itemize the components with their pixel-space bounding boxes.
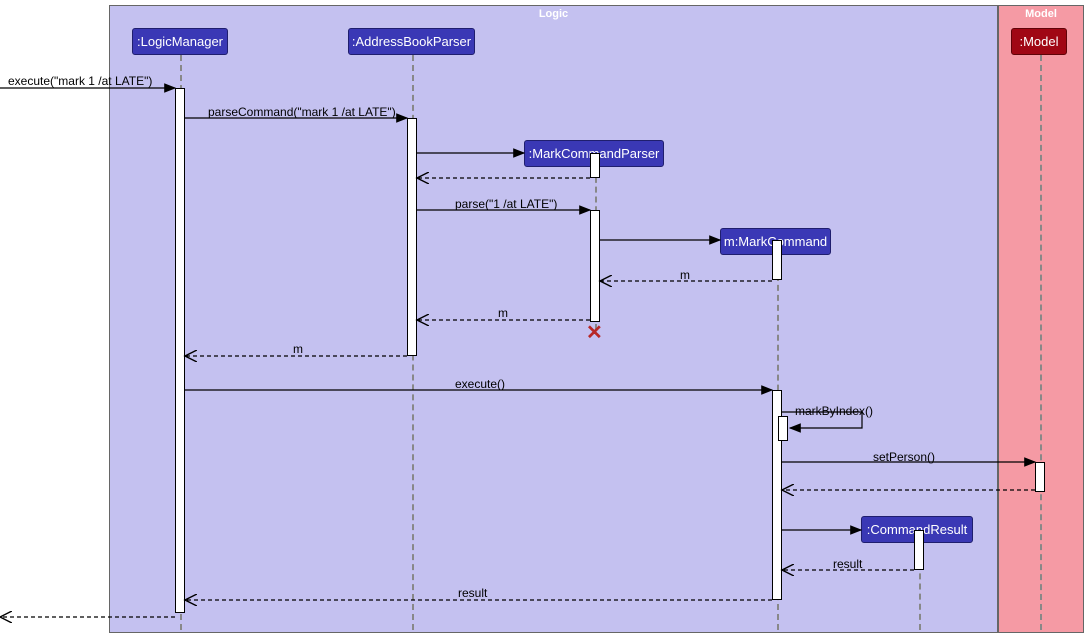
lifeline-model — [1040, 55, 1042, 630]
msg-parsecommand: parseCommand("mark 1 /at LATE") — [208, 105, 396, 119]
activation-markcommand-sub — [778, 416, 788, 441]
participant-model: :Model — [1011, 28, 1067, 55]
msg-result-return1: result — [833, 557, 862, 571]
msg-parse: parse("1 /at LATE") — [455, 197, 557, 211]
activation-markcommandparser-1 — [590, 153, 600, 178]
msg-m-return3: m — [293, 342, 303, 356]
region-model-title: Model — [999, 8, 1083, 20]
activation-addressbookparser — [407, 118, 417, 356]
msg-setperson: setPerson() — [873, 450, 935, 464]
msg-m-return2: m — [498, 306, 508, 320]
activation-markcommandparser-2 — [590, 210, 600, 322]
msg-markbyindex: markByIndex() — [795, 404, 873, 418]
activation-model — [1035, 462, 1045, 492]
destroy-icon: ✕ — [586, 320, 603, 345]
region-logic-title: Logic — [110, 8, 997, 20]
activation-commandresult — [914, 530, 924, 570]
participant-logicmanager: :LogicManager — [132, 28, 228, 55]
activation-markcommand-1 — [772, 240, 782, 280]
activation-logicmanager — [175, 88, 185, 613]
msg-execute-in: execute("mark 1 /at LATE") — [8, 74, 152, 88]
participant-addressbookparser: :AddressBookParser — [348, 28, 475, 55]
msg-result-return2: result — [458, 586, 487, 600]
msg-m-return1: m — [680, 268, 690, 282]
msg-execute: execute() — [455, 377, 505, 391]
